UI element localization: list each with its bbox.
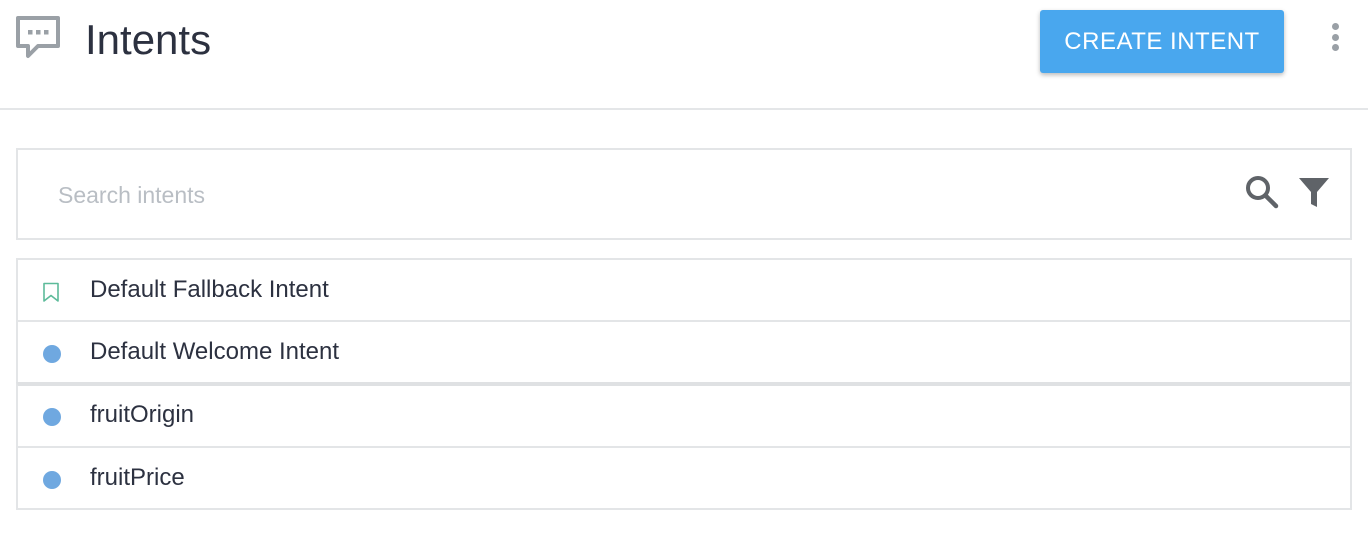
page-title: Intents xyxy=(85,16,212,63)
intent-row-default-welcome[interactable]: Default Welcome Intent xyxy=(16,320,1352,384)
search-icon[interactable] xyxy=(1244,174,1280,210)
search-input[interactable] xyxy=(56,172,1210,218)
intent-dot xyxy=(43,471,61,489)
more-dot xyxy=(1331,23,1339,30)
filter-icon[interactable] xyxy=(1296,174,1332,210)
intent-name: Default Welcome Intent xyxy=(90,338,340,365)
search-bar xyxy=(16,148,1352,240)
chat-bubble-icon xyxy=(16,16,60,58)
intent-row-fruit-price[interactable]: fruitPrice xyxy=(16,446,1352,510)
bookmark-outline-icon xyxy=(43,282,59,302)
intent-dot xyxy=(43,345,61,363)
intent-list: Default Fallback Intent Default Welcome … xyxy=(16,258,1352,510)
intent-row-fruit-origin[interactable]: fruitOrigin xyxy=(16,382,1352,448)
page-header: Intents CREATE INTENT xyxy=(0,0,1368,110)
intent-name: fruitPrice xyxy=(90,464,185,491)
more-dot xyxy=(1331,33,1339,41)
create-intent-button[interactable]: CREATE INTENT xyxy=(1040,10,1284,73)
intent-row-default-fallback[interactable]: Default Fallback Intent xyxy=(16,258,1352,322)
intent-name: Default Fallback Intent xyxy=(90,276,329,303)
more-dot xyxy=(1331,44,1339,51)
intent-name: fruitOrigin xyxy=(90,401,195,428)
more-vert-icon[interactable] xyxy=(1322,20,1348,54)
intent-dot xyxy=(43,408,61,426)
